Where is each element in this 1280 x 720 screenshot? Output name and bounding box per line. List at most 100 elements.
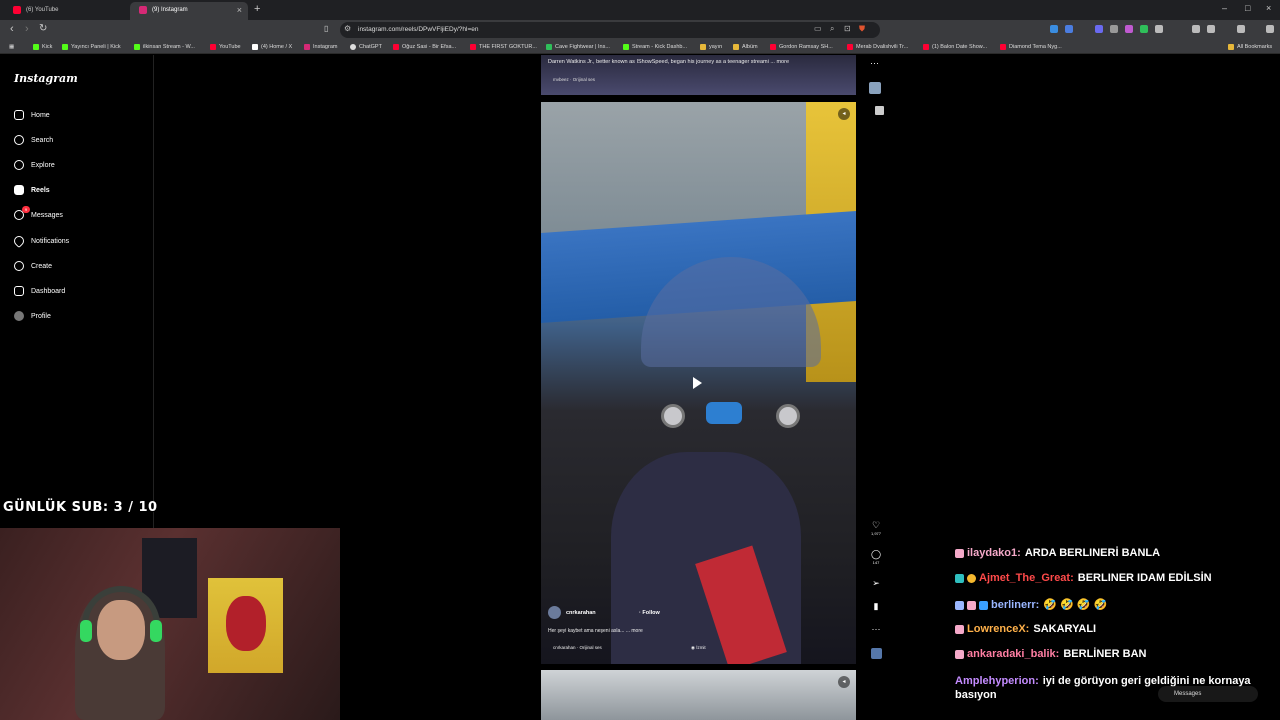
bookmark-icon[interactable]: ▮: [874, 601, 879, 611]
plus-icon: [14, 261, 24, 272]
reel-author[interactable]: cnrkarahan: [548, 606, 596, 619]
bookmark-folder[interactable]: Albüm: [733, 40, 758, 54]
bookmark-item[interactable]: (4) Home / X: [252, 40, 292, 54]
comment-button[interactable]: ◯ 147: [866, 549, 886, 565]
more-options-icon[interactable]: ···: [870, 58, 879, 68]
more-options-icon[interactable]: ···: [866, 624, 886, 634]
extension-icon[interactable]: [1125, 25, 1133, 33]
site-info-icon[interactable]: ⚙: [344, 24, 351, 33]
media-icon[interactable]: [1192, 25, 1200, 33]
follow-button[interactable]: · Follow: [639, 610, 660, 616]
comment-icon[interactable]: ◯: [871, 549, 881, 559]
send-icon[interactable]: ➢: [872, 578, 880, 588]
bookmark-icon[interactable]: ▯: [324, 24, 328, 33]
follow-label[interactable]: Follow: [642, 610, 659, 616]
daily-sub-counter: GÜNLÜK SUB: 3 / 10: [3, 500, 158, 515]
video-scene: [706, 402, 742, 424]
close-window-icon[interactable]: ×: [1266, 3, 1271, 13]
instagram-logo[interactable]: Instagram: [14, 72, 78, 85]
extension-icon[interactable]: [1110, 25, 1118, 33]
apps-icon[interactable]: ▦: [9, 40, 14, 54]
reel-audio[interactable]: cnrkarahan · Orijinal ses: [553, 645, 602, 650]
share-button[interactable]: ➢: [866, 578, 886, 589]
reel-audio[interactable]: mvbeez · Orijinal ses: [553, 77, 595, 82]
audio-thumbnail[interactable]: [866, 648, 886, 661]
bookmark-item[interactable]: Yayıncı Paneli | Kick: [62, 40, 121, 54]
bookmark-item[interactable]: (1) Balon Date Show...: [923, 40, 987, 54]
tab-title: (6) YouTube: [26, 7, 59, 13]
reload-icon[interactable]: ↻: [39, 23, 47, 34]
sidebar-item-label: Messages: [31, 212, 63, 219]
reel-description[interactable]: Her şeyi kaybet ama neşeni asla... ... m…: [548, 628, 643, 634]
webcam-overlay: [0, 528, 340, 720]
volume-icon[interactable]: ◂: [838, 108, 850, 120]
bookmark-item[interactable]: Merab Dvalishvili Tr...: [847, 40, 908, 54]
username[interactable]: cnrkarahan: [566, 610, 596, 616]
extension-icon[interactable]: [1065, 25, 1073, 33]
sidebar-item-notifications[interactable]: Notifications: [11, 234, 69, 249]
save-icon[interactable]: [875, 106, 884, 115]
extension-icon[interactable]: [1095, 25, 1103, 33]
like-button[interactable]: ♡ 1,977: [866, 520, 886, 536]
sidebar-item-create[interactable]: Create: [14, 260, 52, 274]
bookmark-item[interactable]: Stream - Kick Dashb...: [623, 40, 687, 54]
sidebar-item-reels[interactable]: Reels: [14, 184, 50, 198]
badge-icon: [955, 548, 964, 558]
bookmark-item[interactable]: Oğuz Sasi - Bir Efsa...: [393, 40, 456, 54]
youtube-icon: [13, 6, 21, 14]
zoom-icon[interactable]: ⌕: [830, 24, 834, 34]
bookmarks-bar: ▦ Kick Yayıncı Paneli | Kick ilkinsan St…: [0, 40, 1280, 54]
menu-icon[interactable]: [1266, 25, 1274, 33]
extension-icon[interactable]: [1050, 25, 1058, 33]
heart-icon[interactable]: ♡: [872, 520, 880, 530]
tab-youtube[interactable]: (6) YouTube: [4, 2, 129, 20]
audio-thumbnail-icon[interactable]: [870, 648, 882, 659]
back-icon[interactable]: ‹: [10, 23, 14, 35]
sidebar-item-home[interactable]: Home: [14, 109, 50, 123]
sidebar-item-label: Dashboard: [31, 288, 66, 295]
bookmark-item[interactable]: Instagram: [304, 40, 337, 54]
bookmark-item[interactable]: YouTube: [210, 40, 241, 54]
minimize-icon[interactable]: –: [1222, 3, 1227, 13]
location-label[interactable]: İzmit: [696, 645, 706, 650]
reel-video[interactable]: ◂ cnrkarahan · Follow Her şeyi kaybet am…: [541, 102, 856, 664]
url-text[interactable]: instagram.com/reels/DPwVFljiEDy/?hl=en: [358, 22, 478, 38]
sidebar-item-dashboard[interactable]: Dashboard: [14, 285, 65, 299]
address-bar[interactable]: ⚙ instagram.com/reels/DPwVFljiEDy/?hl=en…: [340, 22, 880, 38]
cast-icon[interactable]: ▭: [814, 24, 822, 33]
bookmark-item[interactable]: Diamond Tema Nyg...: [1000, 40, 1062, 54]
bookmark-item[interactable]: ChatGPT: [350, 40, 382, 54]
next-reel[interactable]: ◂: [541, 670, 856, 720]
reel-location[interactable]: ◉ İzmit: [691, 645, 706, 651]
save-button[interactable]: ▮: [866, 601, 886, 612]
sidebar-item-profile[interactable]: Profile: [14, 310, 51, 324]
previous-reel[interactable]: Darren Watkins Jr., better known as ISho…: [541, 55, 856, 95]
close-tab-icon[interactable]: ×: [237, 2, 242, 18]
tab-instagram[interactable]: (9) Instagram ×: [130, 2, 248, 20]
brave-shield-icon[interactable]: ⛊: [859, 24, 865, 34]
bookmark-item[interactable]: Cave Fightwear | Ins...: [546, 40, 610, 54]
new-tab-button[interactable]: +: [254, 3, 260, 15]
play-icon[interactable]: [693, 377, 702, 389]
sidebar-item-explore[interactable]: Explore: [14, 159, 55, 173]
bookmark-item[interactable]: ilkinsan Stream - W...: [134, 40, 195, 54]
avatar[interactable]: [548, 606, 561, 619]
volume-icon[interactable]: ◂: [838, 676, 850, 688]
extensions-puzzle-icon[interactable]: [1155, 25, 1163, 33]
audio-thumbnail-icon[interactable]: [869, 82, 881, 94]
bookmark-item[interactable]: Gordon Ramsay SH...: [770, 40, 833, 54]
sidebar-item-search[interactable]: Search: [14, 134, 53, 148]
messages-pill-label[interactable]: Messages: [1174, 691, 1201, 697]
sidebar-toggle-icon[interactable]: [1207, 25, 1215, 33]
forward-icon[interactable]: ›: [25, 23, 29, 35]
bookmark-item[interactable]: THE FIRST GOKTUR...: [470, 40, 537, 54]
bookmark-folder[interactable]: yayın: [700, 40, 722, 54]
wallet-icon[interactable]: [1237, 25, 1245, 33]
extension-icon[interactable]: [1140, 25, 1148, 33]
screenshot-icon[interactable]: ⊡: [844, 24, 851, 33]
maximize-icon[interactable]: □: [1245, 3, 1250, 13]
bookmark-item[interactable]: Kick: [33, 40, 52, 54]
messages-pill[interactable]: Messages: [1158, 686, 1258, 702]
all-bookmarks[interactable]: All Bookmarks: [1228, 40, 1272, 54]
sidebar-item-messages[interactable]: 9 Messages: [14, 206, 63, 223]
